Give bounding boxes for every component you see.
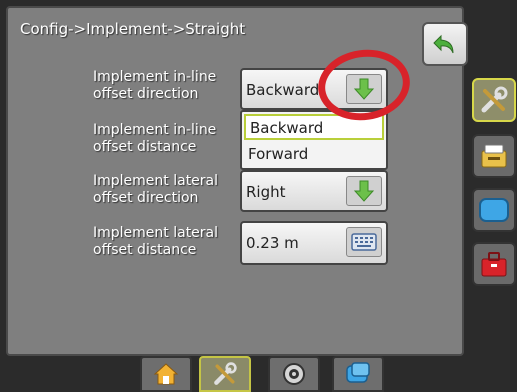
gps-icon (283, 363, 305, 385)
inline-distance-label: Implement in-line offset distance (93, 122, 216, 156)
lateral-distance-input[interactable]: 0.23 m (240, 221, 388, 265)
lateral-direction-value: Right (246, 183, 286, 201)
tab-configuration[interactable] (199, 356, 251, 392)
toolbox-icon (481, 252, 507, 277)
back-arrow-icon (433, 34, 454, 54)
label-line: Implement lateral (93, 225, 219, 241)
label-line: offset distance (93, 242, 197, 258)
tools-icon (214, 362, 237, 385)
sidebar-item-toolbox[interactable] (472, 242, 516, 286)
label-line: Implement lateral (93, 173, 219, 189)
keyboard-icon (351, 233, 377, 251)
label-line: Implement in-line (93, 122, 217, 138)
inline-direction-label: Implement in-line offset direction (93, 69, 216, 103)
keyboard-button[interactable] (346, 227, 382, 257)
lateral-distance-label: Implement lateral offset distance (93, 225, 218, 259)
label-line: offset distance (93, 139, 197, 155)
lateral-direction-dropdown-button[interactable] (346, 176, 382, 206)
label-line: offset direction (93, 86, 199, 102)
guidance-icon (346, 362, 370, 383)
arrow-down-icon (353, 180, 375, 202)
tools-icon (481, 86, 508, 113)
breadcrumb: Config->Implement->Straight (20, 20, 246, 38)
sidebar-item-configuration[interactable] (472, 78, 516, 122)
label-line: Implement in-line (93, 69, 217, 85)
inline-direction-value: Backward (246, 81, 320, 99)
lateral-direction-label: Implement lateral offset direction (93, 173, 218, 207)
lateral-distance-value: 0.23 m (246, 234, 299, 252)
sidebar-item-display[interactable] (472, 188, 516, 232)
tab-gps[interactable] (268, 356, 320, 392)
device-frame: Config->Implement->Straight Implement in… (0, 0, 517, 392)
console-icon (481, 144, 507, 168)
tab-guidance[interactable] (332, 356, 384, 392)
lateral-direction-select[interactable]: Right (240, 170, 388, 212)
tab-home[interactable] (140, 356, 192, 392)
sidebar-item-console[interactable] (472, 134, 516, 178)
back-button[interactable] (422, 22, 468, 66)
display-icon (479, 198, 509, 222)
dropdown-option-forward[interactable]: Forward (244, 142, 384, 168)
label-line: offset direction (93, 190, 199, 206)
home-icon (153, 363, 179, 385)
